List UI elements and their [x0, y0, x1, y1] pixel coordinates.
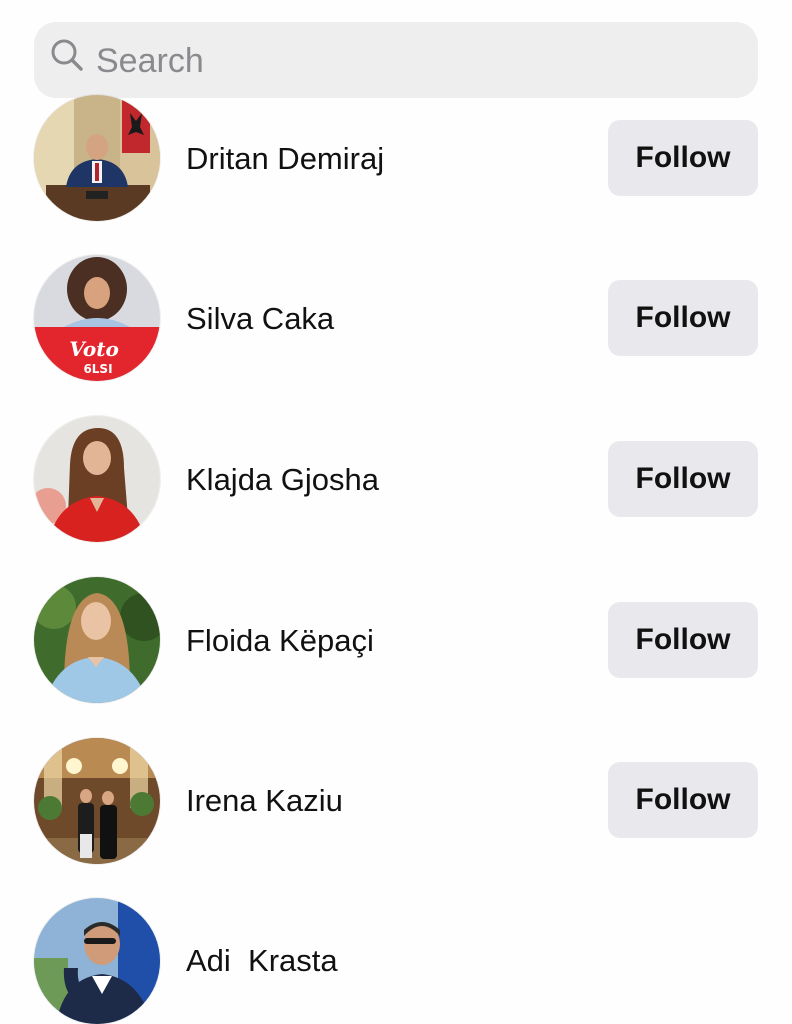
account-name: Dritan Demiraj [186, 141, 385, 176]
profile-photo: Voto 6LSI [34, 255, 160, 381]
account-name: Klajda Gjosha [186, 462, 380, 497]
account-name: Floida Këpaçi [186, 623, 374, 658]
avatar[interactable] [34, 738, 160, 864]
avatar[interactable] [34, 95, 160, 221]
avatar[interactable] [34, 416, 160, 542]
list-item: Adi Krasta [0, 898, 792, 1024]
account-list: Dritan Demiraj Follow Voto 6LSI Silva Ca… [0, 0, 792, 1024]
list-item: Irena Kaziu Follow [0, 738, 792, 898]
follow-button[interactable]: Follow [608, 120, 758, 196]
list-item: Floida Këpaçi Follow [0, 577, 792, 738]
profile-photo [34, 898, 160, 1024]
avatar[interactable] [34, 577, 160, 703]
follow-button[interactable]: Follow [608, 602, 758, 678]
avatar-voto-text: Voto [69, 337, 119, 361]
account-name: Adi Krasta [186, 943, 338, 978]
list-item: Voto 6LSI Silva Caka Follow [0, 255, 792, 418]
profile-photo [34, 738, 160, 864]
account-name: Silva Caka [186, 301, 335, 336]
list-item: Dritan Demiraj Follow [0, 95, 792, 258]
account-name: Irena Kaziu [186, 783, 343, 818]
follow-button[interactable]: Follow [608, 762, 758, 838]
list-item: Klajda Gjosha Follow [0, 416, 792, 578]
profile-photo [34, 95, 160, 221]
follow-button[interactable]: Follow [608, 441, 758, 517]
avatar-badge-text: 6LSI [83, 362, 112, 376]
account-list-screen: Dritan Demiraj Follow Voto 6LSI Silva Ca… [0, 0, 792, 1024]
follow-button[interactable]: Follow [608, 280, 758, 356]
profile-photo [34, 577, 160, 703]
avatar[interactable]: Voto 6LSI [34, 255, 160, 381]
profile-photo [34, 416, 160, 542]
avatar[interactable] [34, 898, 160, 1024]
